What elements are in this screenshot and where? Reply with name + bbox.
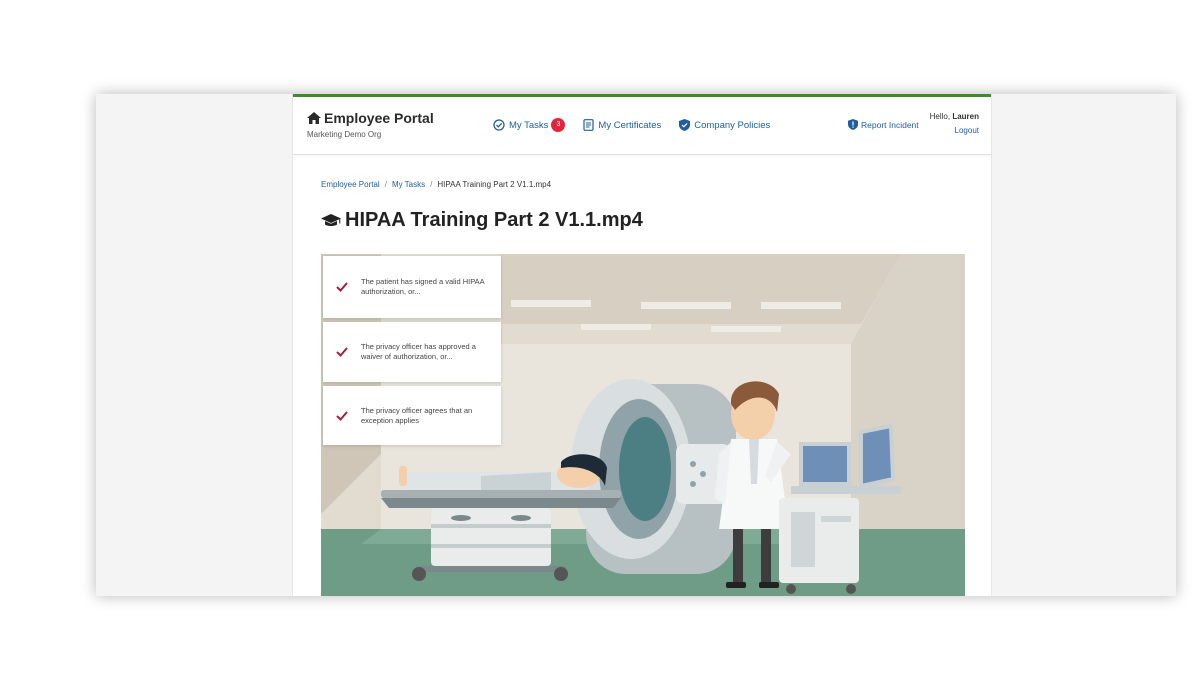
portal-page: Employee Portal Marketing Demo Org My Ta… <box>292 94 992 596</box>
home-icon <box>307 112 321 124</box>
nav-my-certificates-label: My Certificates <box>598 119 662 131</box>
checklist-item-text: The privacy officer agrees that an excep… <box>361 405 473 425</box>
check-icon <box>336 347 348 357</box>
brand[interactable]: Employee Portal Marketing Demo Org <box>307 110 434 139</box>
check-icon <box>336 282 348 292</box>
nav-my-certificates[interactable]: My Certificates <box>583 119 661 131</box>
checklist-item: The privacy officer has approved a waive… <box>323 322 501 382</box>
user-name: Lauren <box>952 112 979 121</box>
brand-title[interactable]: Employee Portal <box>307 110 434 126</box>
shield-alert-icon <box>848 119 858 130</box>
report-incident-link[interactable]: Report Incident <box>848 119 919 130</box>
video-player[interactable]: The patient has signed a valid HIPAA aut… <box>321 254 965 596</box>
tasks-count-badge: 3 <box>551 118 566 132</box>
nav-company-policies-label: Company Policies <box>694 119 771 131</box>
nav-my-tasks-label: My Tasks <box>509 119 549 131</box>
page-title-text: HIPAA Training Part 2 V1.1.mp4 <box>345 209 643 231</box>
checklist-item-text: The privacy officer has approved a waive… <box>361 342 476 361</box>
check-circle-icon <box>493 119 505 131</box>
breadcrumb: Employee Portal / My Tasks / HIPAA Training … <box>321 180 551 189</box>
breadcrumb-current: HIPAA Training Part 2 V1.1.mp4 <box>437 180 552 189</box>
breadcrumb-employee-portal[interactable]: Employee Portal <box>321 180 380 189</box>
document-icon <box>583 119 595 131</box>
breadcrumb-separator: / <box>430 180 433 189</box>
brand-title-text: Employee Portal <box>324 110 434 126</box>
greeting-text: Hello, <box>929 112 951 121</box>
checklist-item: The patient has signed a valid HIPAA aut… <box>323 256 501 318</box>
shield-check-icon <box>679 119 691 131</box>
nav-my-tasks[interactable]: My Tasks 3 <box>493 118 566 132</box>
breadcrumb-separator: / <box>384 180 387 189</box>
top-navigation: Employee Portal Marketing Demo Org My Ta… <box>293 94 991 155</box>
user-greeting: Hello, Lauren <box>930 112 979 121</box>
org-name: Marketing Demo Org <box>307 130 382 139</box>
logout-link[interactable]: Logout <box>930 126 979 135</box>
page-title: HIPAA Training Part 2 V1.1.mp4 <box>321 209 643 232</box>
check-icon <box>336 410 348 421</box>
breadcrumb-my-tasks[interactable]: My Tasks <box>392 180 425 189</box>
user-menu: Hello, Lauren Logout <box>930 112 979 135</box>
nav-company-policies[interactable]: Company Policies <box>679 119 770 131</box>
checklist-item-text: The patient has signed a valid HIPAA aut… <box>361 277 485 296</box>
graduation-cap-icon <box>321 214 341 226</box>
browser-window: Employee Portal Marketing Demo Org My Ta… <box>96 94 1176 596</box>
main-nav: My Tasks 3 My Certificates Company Polic… <box>493 118 788 132</box>
report-incident-label: Report Incident <box>861 119 919 130</box>
checklist-item: The privacy officer agrees that an excep… <box>323 386 501 445</box>
